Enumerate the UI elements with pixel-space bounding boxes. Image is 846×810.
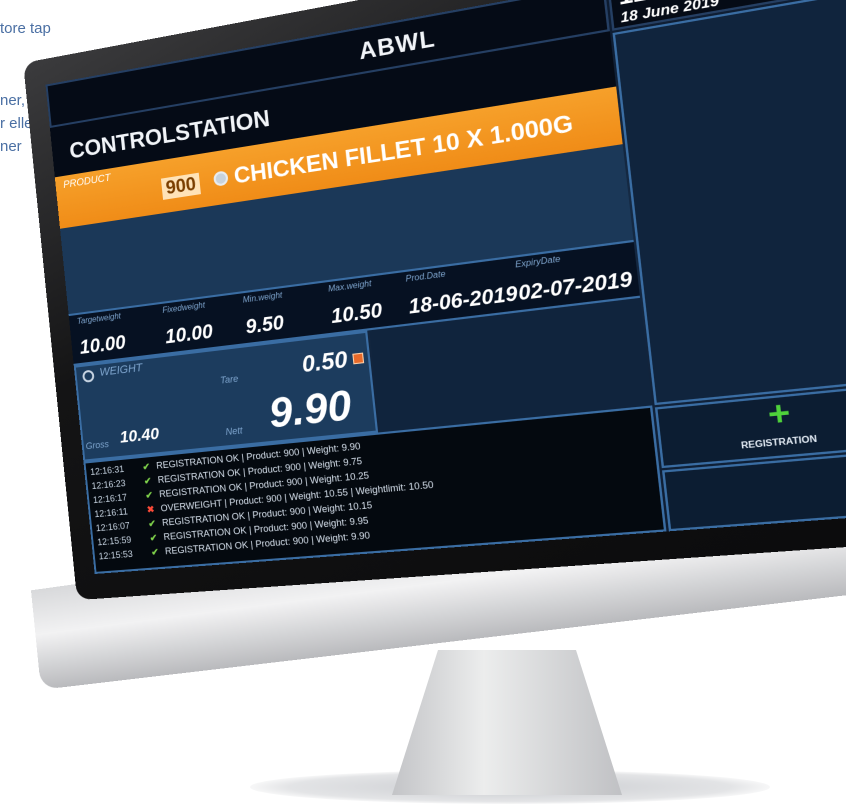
log-time: 12:16:31 <box>89 463 125 478</box>
screen: ABWL CONTROLSTATION PRODUCT 900 CHICKEN … <box>45 0 846 574</box>
log-time: 12:16:17 <box>92 492 128 506</box>
log-time: 12:15:59 <box>96 534 132 548</box>
side-text-line: ner <box>0 138 22 155</box>
app-window: ABWL CONTROLSTATION PRODUCT 900 CHICKEN … <box>45 0 846 574</box>
tare-edit-icon[interactable] <box>352 352 365 365</box>
log-time: 12:15:53 <box>98 548 134 562</box>
check-icon: ✔ <box>149 532 158 544</box>
target-weight: Targetweight 10.00 <box>77 311 127 360</box>
check-icon: ✔ <box>143 475 152 487</box>
tare-value: 0.50 <box>300 345 349 378</box>
side-text-line: tore tap <box>0 20 51 37</box>
plus-icon: + <box>765 394 793 435</box>
log-time: 12:16:11 <box>94 506 129 520</box>
check-icon: ✔ <box>150 546 160 558</box>
side-panel <box>612 0 846 406</box>
nett-label: Nett <box>225 425 243 438</box>
monitor-stand-neck <box>392 650 622 795</box>
nett-value: 9.90 <box>266 381 354 437</box>
min-weight-value: 9.50 <box>244 312 286 339</box>
check-icon: ✔ <box>142 461 151 473</box>
log-time: 12:16:07 <box>95 520 131 534</box>
error-icon: ✖ <box>146 503 155 515</box>
fixed-weight: Fixedweight 10.00 <box>162 300 214 350</box>
log-time: 12:16:23 <box>91 477 127 492</box>
check-icon: ✔ <box>147 518 157 529</box>
min-weight: Min.weight 9.50 <box>242 290 286 340</box>
max-weight: Max.weight 10.50 <box>328 278 384 330</box>
tare-label: Tare <box>219 373 239 386</box>
check-icon: ✔ <box>144 489 154 501</box>
